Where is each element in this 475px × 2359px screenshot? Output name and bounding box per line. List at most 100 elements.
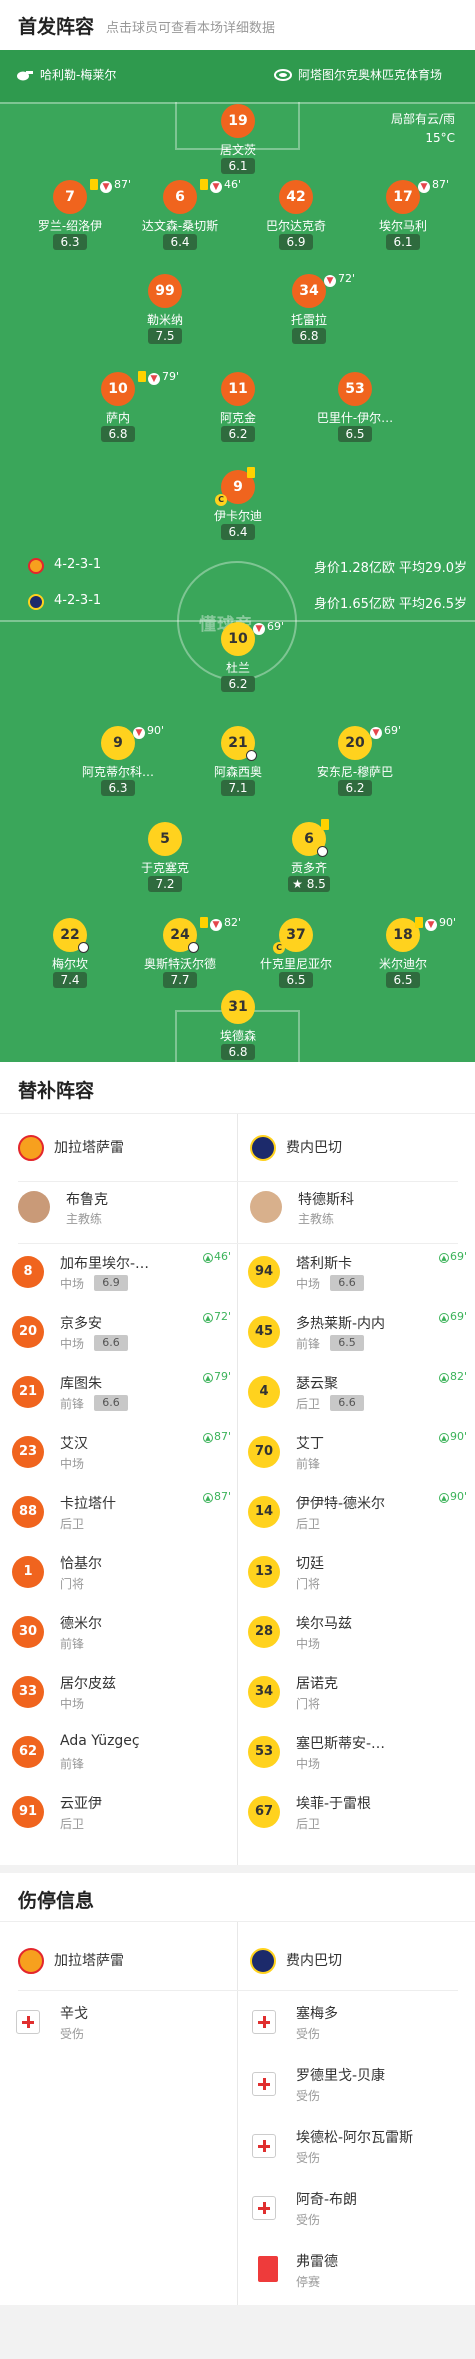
home-player[interactable]: 10 ▼ 79' 萨内 6.8: [58, 370, 180, 462]
away-injury-item[interactable]: 埃德松-阿尔瓦雷斯 受伤: [248, 2118, 473, 2178]
player-status: 受伤: [296, 2213, 321, 2227]
away-sub-player[interactable]: 53 塞巴斯蒂安-… 中场: [248, 1724, 473, 1784]
home-sub-player[interactable]: 8 加布里埃尔-… 中场 6.9 ▲ 46': [12, 1244, 237, 1304]
shirt-number: 6: [163, 180, 197, 214]
player-rating: 6.5: [386, 972, 420, 988]
player-rating: 6.5: [279, 972, 313, 988]
home-sub-player[interactable]: 88 卡拉塔什 后卫 ▲ 87': [12, 1484, 237, 1544]
away-injury-item[interactable]: 弗雷德 停赛: [248, 2242, 473, 2302]
shirt-number: 33: [12, 1676, 44, 1708]
shirt-number: 42: [279, 180, 313, 214]
home-player[interactable]: 11 阿克金 6.2: [178, 372, 298, 462]
sub-in-badge: ▲ 87': [202, 1430, 231, 1443]
sub-minute: 90': [439, 916, 457, 929]
shirt-number: 7: [53, 180, 87, 214]
sub-minute: 90': [147, 724, 165, 737]
away-sub-player[interactable]: 4 瑟云聚 后卫 6.6 ▲ 82': [248, 1364, 473, 1424]
away-coach[interactable]: 特德斯科 主教练: [250, 1186, 470, 1236]
player-position: 中场: [296, 1757, 321, 1771]
shirt-number: 45: [248, 1316, 280, 1348]
whistle-icon: [17, 71, 33, 81]
shirt-number: 31: [221, 990, 255, 1024]
player-status: 停赛: [296, 2275, 321, 2289]
away-injury-item[interactable]: 罗德里戈-贝康 受伤: [248, 2056, 473, 2116]
player-name: 伊伊特-德米尔: [296, 1496, 386, 1512]
home-sub-player[interactable]: 1 恰基尔 门将: [12, 1544, 237, 1604]
player-name: 安东尼-穆萨巴: [316, 765, 394, 779]
home-player[interactable]: 42 巴尔达克奇 6.9: [236, 180, 356, 270]
player-name: 伊卡尔迪: [213, 509, 262, 523]
sub-out-icon: ▼: [370, 727, 382, 739]
player-rating: 7.4: [53, 972, 87, 988]
home-coach[interactable]: 布鲁克 主教练: [18, 1186, 238, 1236]
sub-in-icon: ▲: [202, 1373, 213, 1383]
home-sub-player[interactable]: 62 Ada Yüzgeç 前锋: [12, 1724, 237, 1784]
sub-in-icon: ▲: [438, 1433, 449, 1443]
away-player[interactable]: 31 埃德森 6.8: [178, 990, 298, 1062]
sub-in-badge: ▲ 69': [438, 1310, 467, 1323]
player-position: 前锋: [60, 1397, 85, 1411]
home-injury-item[interactable]: 辛戈 受伤: [12, 1994, 237, 2054]
home-player[interactable]: 34 ▼ 72' 托雷拉 6.8: [249, 272, 369, 364]
player-rating: 6.9: [279, 234, 313, 250]
home-player[interactable]: 7 ▼ 87' 罗兰-绍洛伊 6.3: [10, 178, 131, 270]
home-sub-player[interactable]: 91 云亚伊 后卫: [12, 1784, 237, 1844]
galatasaray-logo-icon: [18, 1135, 44, 1161]
player-name: 杜兰: [225, 661, 250, 675]
home-player[interactable]: 99 勒米纳 7.5: [105, 274, 225, 364]
coach-name: 布鲁克: [66, 1192, 108, 1208]
away-sub-player[interactable]: 45 多热莱斯-内内 前锋 6.5 ▲ 69': [248, 1304, 473, 1364]
player-position: 前锋: [296, 1457, 321, 1471]
referee-name: 哈利勒-梅莱尔: [40, 68, 117, 82]
away-player[interactable]: 21 阿森西奥 7.1: [178, 726, 298, 816]
home-sub-player[interactable]: 30 德米尔 前锋: [12, 1604, 237, 1664]
away-sub-player[interactable]: 67 埃菲-于雷根 后卫: [248, 1784, 473, 1844]
home-sub-player[interactable]: 23 艾汉 中场 ▲ 87': [12, 1424, 237, 1484]
player-position: 后卫: [296, 1817, 321, 1831]
player-name: 米尔迪尔: [378, 957, 427, 971]
away-sub-player[interactable]: 94 塔利斯卡 中场 6.6 ▲ 69': [248, 1244, 473, 1304]
sub-out-icon: ▼: [418, 181, 430, 193]
home-sub-player[interactable]: 21 库图朱 前锋 6.6 ▲ 79': [12, 1364, 237, 1424]
medical-icon: [252, 2010, 276, 2034]
home-player[interactable]: 9 C 伊卡尔迪 6.4: [178, 467, 298, 560]
home-sub-player[interactable]: 33 居尔皮兹 中场: [12, 1664, 237, 1724]
away-player[interactable]: 6 贡多齐 ★ 8.5: [249, 819, 369, 912]
player-rating: 6.6: [94, 1335, 128, 1351]
sub-in-icon: ▲: [438, 1373, 449, 1383]
sub-minute: 90': [449, 1430, 467, 1443]
sub-minute: 79': [162, 370, 180, 383]
away-player[interactable]: 22 梅尔坎 7.4: [10, 918, 130, 1008]
shirt-number: 62: [12, 1736, 44, 1768]
away-sub-player[interactable]: 28 埃尔马兹 中场: [248, 1604, 473, 1664]
shirt-number: 30: [12, 1616, 44, 1648]
away-player[interactable]: 20 ▼ 69' 安东尼-穆萨巴 6.2: [295, 724, 415, 816]
home-sub-player[interactable]: 20 京多安 中场 6.6 ▲ 72': [12, 1304, 237, 1364]
player-name: Ada Yüzgeç: [60, 1733, 140, 1749]
yellow-card-icon: [138, 371, 146, 382]
home-player[interactable]: 17 ▼ 87' 埃尔马利 6.1: [343, 178, 463, 270]
player-rating: 6.4: [221, 524, 255, 540]
away-injury-item[interactable]: 塞梅多 受伤: [248, 1994, 473, 2054]
lineup-hint: 点击球员可查看本场详细数据: [106, 21, 276, 36]
sub-in-icon: ▲: [202, 1313, 213, 1323]
player-position: 中场: [60, 1277, 85, 1291]
divider: [18, 1990, 458, 1991]
away-player[interactable]: 10 ▼ 69' 杜兰 6.2: [178, 620, 298, 712]
away-sub-player[interactable]: 13 切廷 门将: [248, 1544, 473, 1604]
yellow-card-icon: [200, 917, 208, 928]
home-player[interactable]: 6 ▼ 46' 达文森-桑切斯 6.4: [120, 178, 241, 270]
away-sub-player[interactable]: 34 居诺克 门将: [248, 1664, 473, 1724]
galatasaray-logo-icon: [18, 1948, 44, 1974]
avatar: [18, 1191, 50, 1223]
sub-minute: 87': [213, 1430, 231, 1443]
away-player[interactable]: 18 ▼ 90' 米尔迪尔 6.5: [343, 916, 463, 1008]
home-player[interactable]: 53 巴里什-伊尔… 6.5: [295, 372, 415, 462]
away-sub-player[interactable]: 14 伊伊特-德米尔 后卫 ▲ 90': [248, 1484, 473, 1544]
sub-out-icon: ▼: [425, 919, 437, 931]
away-sub-player[interactable]: 70 艾丁 前锋 ▲ 90': [248, 1424, 473, 1484]
away-player[interactable]: 5 于克塞克 7.2: [105, 822, 225, 912]
away-player[interactable]: 9 ▼ 90' 阿克蒂尔科… 6.3: [58, 724, 178, 816]
away-injury-item[interactable]: 阿奇-布朗 受伤: [248, 2180, 473, 2240]
shirt-number: 19: [221, 104, 255, 138]
